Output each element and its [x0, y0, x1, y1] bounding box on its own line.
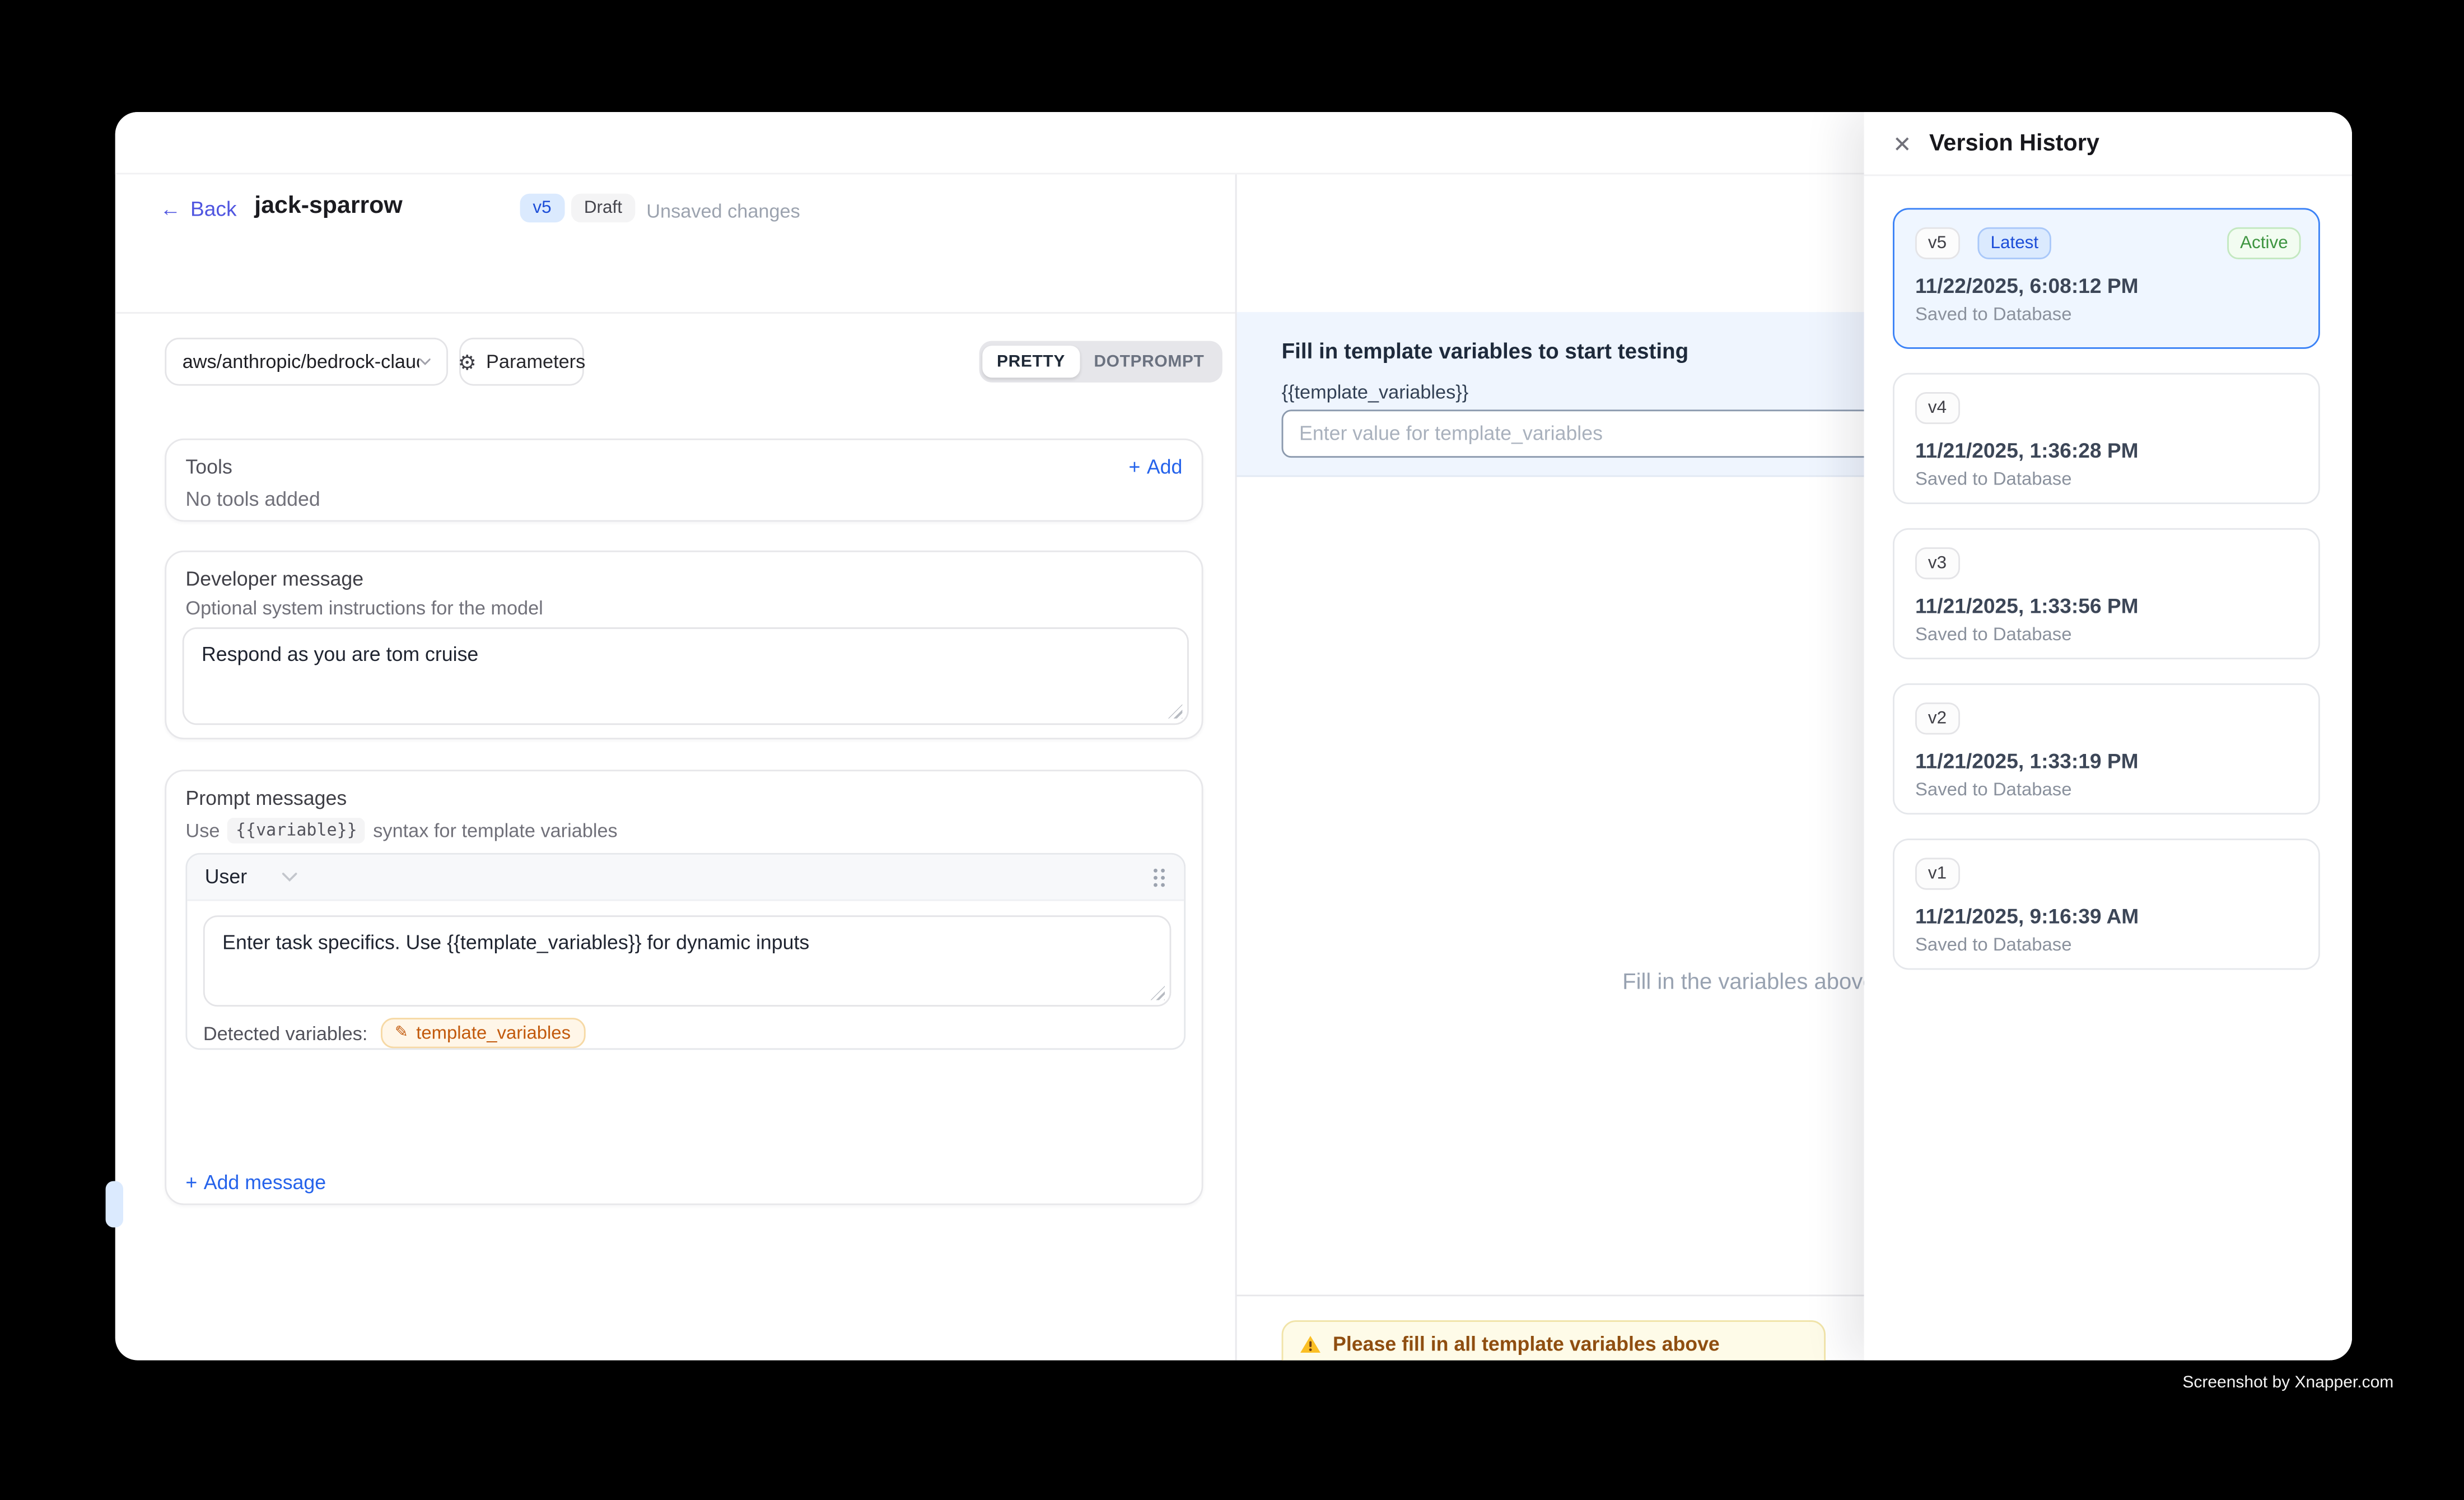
plus-icon: + [185, 1171, 197, 1194]
version-card-v3[interactable]: v3 11/21/2025, 1:33:56 PM Saved to Datab… [1893, 528, 2320, 659]
app-window: ← Back jack-sparrow v5 Draft Unsaved cha… [115, 112, 2352, 1361]
toggle-pretty[interactable]: PRETTY [982, 346, 1079, 378]
prompt-messages-card: Prompt messages Use {{variable}} syntax … [165, 770, 1203, 1205]
latest-badge: Latest [1978, 227, 2051, 259]
version-list: v5 Latest Active 11/22/2025, 6:08:12 PM … [1893, 208, 2320, 970]
watermark: Screenshot by Xnapper.com [2182, 1373, 2393, 1392]
tools-card: Tools + Add No tools added [165, 439, 1203, 522]
background-peek-element [106, 1181, 123, 1228]
unsaved-changes-label: Unsaved changes [646, 200, 800, 222]
version-timestamp: 11/21/2025, 1:33:19 PM [1915, 749, 2298, 773]
variable-label: {{template_variables}} [1282, 381, 1469, 403]
version-history-title: Version History [1929, 131, 2099, 156]
version-number-badge: v1 [1915, 858, 1959, 889]
gear-icon: ⚙ [458, 351, 477, 372]
template-variable-chip[interactable]: ✎ template_variables [380, 1018, 585, 1048]
add-message-button[interactable]: + Add message [185, 1171, 326, 1194]
toggle-dotprompt[interactable]: DOTPROMPT [1080, 346, 1219, 378]
prompt-messages-title: Prompt messages [166, 771, 1202, 810]
tools-title: Tools [185, 456, 232, 478]
template-variable-name: template_variables [416, 1023, 571, 1042]
parameters-label: Parameters [486, 351, 585, 373]
version-timestamp: 11/22/2025, 6:08:12 PM [1915, 274, 2298, 298]
developer-message-input[interactable]: Respond as you are tom cruise [183, 627, 1189, 725]
pencil-icon: ✎ [395, 1024, 408, 1042]
active-badge: Active [2227, 227, 2300, 259]
warning-title: Please fill in all template variables ab… [1333, 1333, 1720, 1355]
version-timestamp: 11/21/2025, 1:33:56 PM [1915, 594, 2298, 618]
chevron-down-icon [282, 872, 298, 882]
variable-syntax-chip: {{variable}} [228, 818, 365, 844]
version-card-v5[interactable]: v5 Latest Active 11/22/2025, 6:08:12 PM … [1893, 208, 2320, 348]
version-number-badge: v2 [1915, 702, 1959, 734]
role-select[interactable]: User [205, 866, 298, 888]
format-toggle: PRETTY DOTPROMPT [979, 341, 1222, 383]
prompt-subtitle-prefix: Use [185, 819, 220, 842]
message-header: User [187, 855, 1184, 901]
tools-empty-text: No tools added [166, 478, 1202, 510]
version-card-v4[interactable]: v4 11/21/2025, 1:36:28 PM Saved to Datab… [1893, 373, 2320, 504]
version-saved-label: Saved to Database [1915, 471, 2298, 490]
model-select[interactable]: aws/anthropic/bedrock-claude-3-5-s... [165, 338, 448, 386]
message-block: User [185, 853, 1186, 1050]
version-number-badge: v3 [1915, 547, 1959, 579]
prompt-subtitle-suffix: syntax for template variables [373, 819, 617, 842]
add-tool-button[interactable]: + Add [1129, 456, 1183, 478]
version-history-panel: ✕ Version History v5 Latest Active 11/22… [1864, 112, 2352, 1361]
version-saved-label: Saved to Database [1915, 781, 2298, 800]
version-badge: v5 [520, 194, 564, 222]
back-arrow-icon: ← [160, 197, 181, 221]
screenshot-stage: ← Back jack-sparrow v5 Draft Unsaved cha… [0, 0, 2464, 1499]
template-warning: Please fill in all template variables ab… [1282, 1320, 1826, 1360]
developer-message-title: Developer message [166, 552, 1202, 591]
plus-icon: + [1129, 456, 1141, 478]
role-select-value: User [205, 866, 247, 888]
back-label: Back [190, 197, 237, 221]
parameters-button[interactable]: ⚙ Parameters [459, 338, 584, 386]
version-card-v1[interactable]: v1 11/21/2025, 9:16:39 AM Saved to Datab… [1893, 838, 2320, 970]
version-timestamp: 11/21/2025, 1:36:28 PM [1915, 439, 2298, 463]
detected-variables-row: Detected variables: ✎ template_variables [203, 1018, 585, 1048]
developer-message-card: Developer message Optional system instru… [165, 551, 1203, 739]
version-saved-label: Saved to Database [1915, 936, 2298, 955]
banner-title: Fill in template variables to start test… [1282, 339, 1689, 364]
version-number-badge: v5 [1915, 227, 1959, 259]
model-select-value: aws/anthropic/bedrock-claude-3-5-s... [183, 351, 419, 373]
version-saved-label: Saved to Database [1915, 306, 2298, 325]
version-saved-label: Saved to Database [1915, 626, 2298, 645]
version-number-badge: v4 [1915, 392, 1959, 424]
version-history-header: ✕ Version History [1864, 112, 2352, 176]
add-message-label: Add message [204, 1171, 326, 1194]
detected-variables-label: Detected variables: [203, 1022, 368, 1044]
add-tool-label: Add [1147, 456, 1183, 478]
page-title: jack-sparrow [254, 192, 402, 220]
draft-badge: Draft [571, 194, 635, 222]
developer-message-subtitle: Optional system instructions for the mod… [166, 590, 1202, 619]
version-timestamp: 11/21/2025, 9:16:39 AM [1915, 904, 2298, 928]
drag-handle-icon[interactable] [1152, 867, 1166, 887]
back-button[interactable]: ← Back [160, 197, 237, 221]
warning-icon [1299, 1335, 1322, 1354]
message-content-input[interactable]: Enter task specifics. Use {{template_var… [203, 915, 1172, 1007]
version-card-v2[interactable]: v2 11/21/2025, 1:33:19 PM Saved to Datab… [1893, 683, 2320, 814]
close-icon[interactable]: ✕ [1893, 132, 1912, 155]
chevron-down-icon [419, 357, 431, 366]
